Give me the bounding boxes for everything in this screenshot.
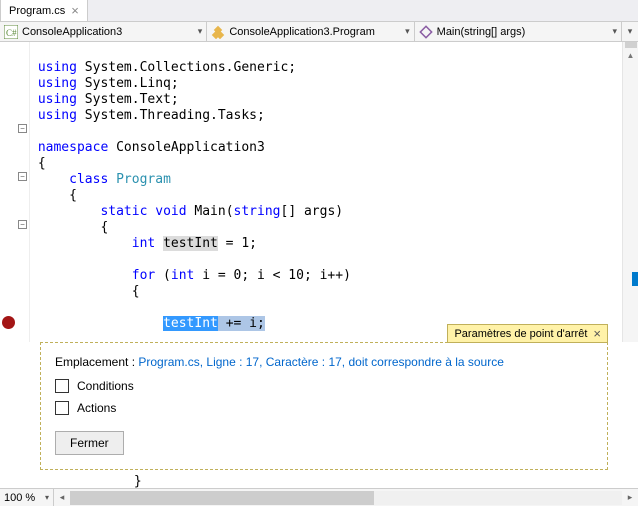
- code-line: namespace ConsoleApplication3: [30, 140, 265, 155]
- chevron-down-icon: ▾: [45, 493, 49, 502]
- member-dropdown[interactable]: Main(string[] args) ▾: [415, 22, 622, 41]
- actions-row: Actions: [55, 401, 593, 415]
- breakpoint-settings-titlebar: Paramètres de point d'arrêt ×: [447, 324, 608, 343]
- scrollbar-caret-indicator: [632, 272, 638, 286]
- code-line: [30, 252, 38, 267]
- chevron-down-icon: ▾: [405, 26, 410, 37]
- class-name: ConsoleApplication3.Program: [229, 26, 375, 38]
- conditions-label: Conditions: [77, 379, 134, 393]
- code-line: [30, 124, 38, 139]
- code-line: {: [30, 284, 140, 299]
- actions-label: Actions: [77, 401, 116, 415]
- close-button[interactable]: Fermer: [55, 431, 124, 455]
- horizontal-scrollbar[interactable]: ◂ ▸: [54, 489, 638, 506]
- code-line: using System.Linq;: [30, 76, 179, 91]
- code-line: testInt += i;: [30, 316, 265, 331]
- code-line: using System.Threading.Tasks;: [30, 108, 265, 123]
- code-line: {: [30, 156, 46, 171]
- location-label: Emplacement :: [55, 355, 138, 369]
- code-line: using System.Text;: [30, 92, 179, 107]
- code-surface[interactable]: using System.Collections.Generic; using …: [30, 42, 622, 342]
- code-line: int testInt = 1;: [30, 236, 257, 251]
- scroll-right-icon[interactable]: ▸: [622, 492, 638, 503]
- chevron-down-icon: ▾: [612, 26, 617, 37]
- code-line: {: [30, 220, 108, 235]
- scroll-up-icon[interactable]: ▲: [627, 52, 635, 60]
- close-icon[interactable]: ×: [593, 326, 601, 341]
- code-line: }: [40, 470, 638, 490]
- tab-label: Program.cs: [9, 5, 65, 17]
- document-tab-program-cs[interactable]: Program.cs ×: [0, 0, 88, 21]
- document-tab-strip: Program.cs ×: [0, 0, 638, 22]
- svg-text:C#: C#: [6, 28, 17, 38]
- scrollbar-track[interactable]: [70, 491, 622, 505]
- breakpoint-settings-panel: Emplacement : Program.cs, Ligne : 17, Ca…: [40, 342, 608, 470]
- code-line: using System.Collections.Generic;: [30, 60, 296, 75]
- code-line: class Program: [30, 172, 171, 187]
- class-dropdown[interactable]: ConsoleApplication3.Program ▾: [207, 22, 414, 41]
- csharp-icon: C#: [4, 25, 18, 39]
- method-icon: [419, 25, 433, 39]
- code-line: static void Main(string[] args): [30, 204, 343, 219]
- zoom-dropdown[interactable]: 100 % ▾: [0, 489, 54, 506]
- code-line: for (int i = 0; i < 10; i++): [30, 268, 351, 283]
- breakpoint-settings-wrapper: Paramètres de point d'arrêt × Emplacemen…: [40, 342, 608, 470]
- close-icon[interactable]: ×: [71, 4, 79, 17]
- split-handle[interactable]: [625, 42, 637, 48]
- actions-checkbox[interactable]: [55, 401, 69, 415]
- nav-overflow[interactable]: ▾: [622, 22, 638, 41]
- editor-margin[interactable]: − − −: [0, 42, 30, 342]
- chevron-down-icon: ▾: [628, 26, 633, 37]
- code-line: {: [30, 188, 77, 203]
- conditions-row: Conditions: [55, 379, 593, 393]
- scroll-left-icon[interactable]: ◂: [54, 492, 70, 503]
- vertical-scrollbar[interactable]: ▲: [622, 42, 638, 342]
- code-editor[interactable]: − − − using System.Collections.Generic; …: [0, 42, 638, 342]
- outline-toggle[interactable]: −: [18, 220, 27, 229]
- member-name: Main(string[] args): [437, 26, 526, 38]
- location-link[interactable]: Program.cs, Ligne : 17, Caractère : 17, …: [138, 355, 504, 369]
- class-icon: [211, 25, 225, 39]
- outline-toggle[interactable]: −: [18, 172, 27, 181]
- project-dropdown[interactable]: C# ConsoleApplication3 ▾: [0, 22, 207, 41]
- zoom-value: 100 %: [4, 492, 35, 504]
- project-name: ConsoleApplication3: [22, 26, 122, 38]
- code-line: [30, 300, 38, 315]
- navigation-bar: C# ConsoleApplication3 ▾ ConsoleApplicat…: [0, 22, 638, 42]
- scrollbar-thumb[interactable]: [70, 491, 374, 505]
- chevron-down-icon: ▾: [198, 26, 203, 37]
- conditions-checkbox[interactable]: [55, 379, 69, 393]
- breakpoint-glyph[interactable]: [2, 316, 15, 329]
- breakpoint-location: Emplacement : Program.cs, Ligne : 17, Ca…: [55, 355, 593, 369]
- outline-toggle[interactable]: −: [18, 124, 27, 133]
- bottom-bar: 100 % ▾ ◂ ▸: [0, 488, 638, 506]
- breakpoint-settings-title: Paramètres de point d'arrêt: [454, 328, 587, 340]
